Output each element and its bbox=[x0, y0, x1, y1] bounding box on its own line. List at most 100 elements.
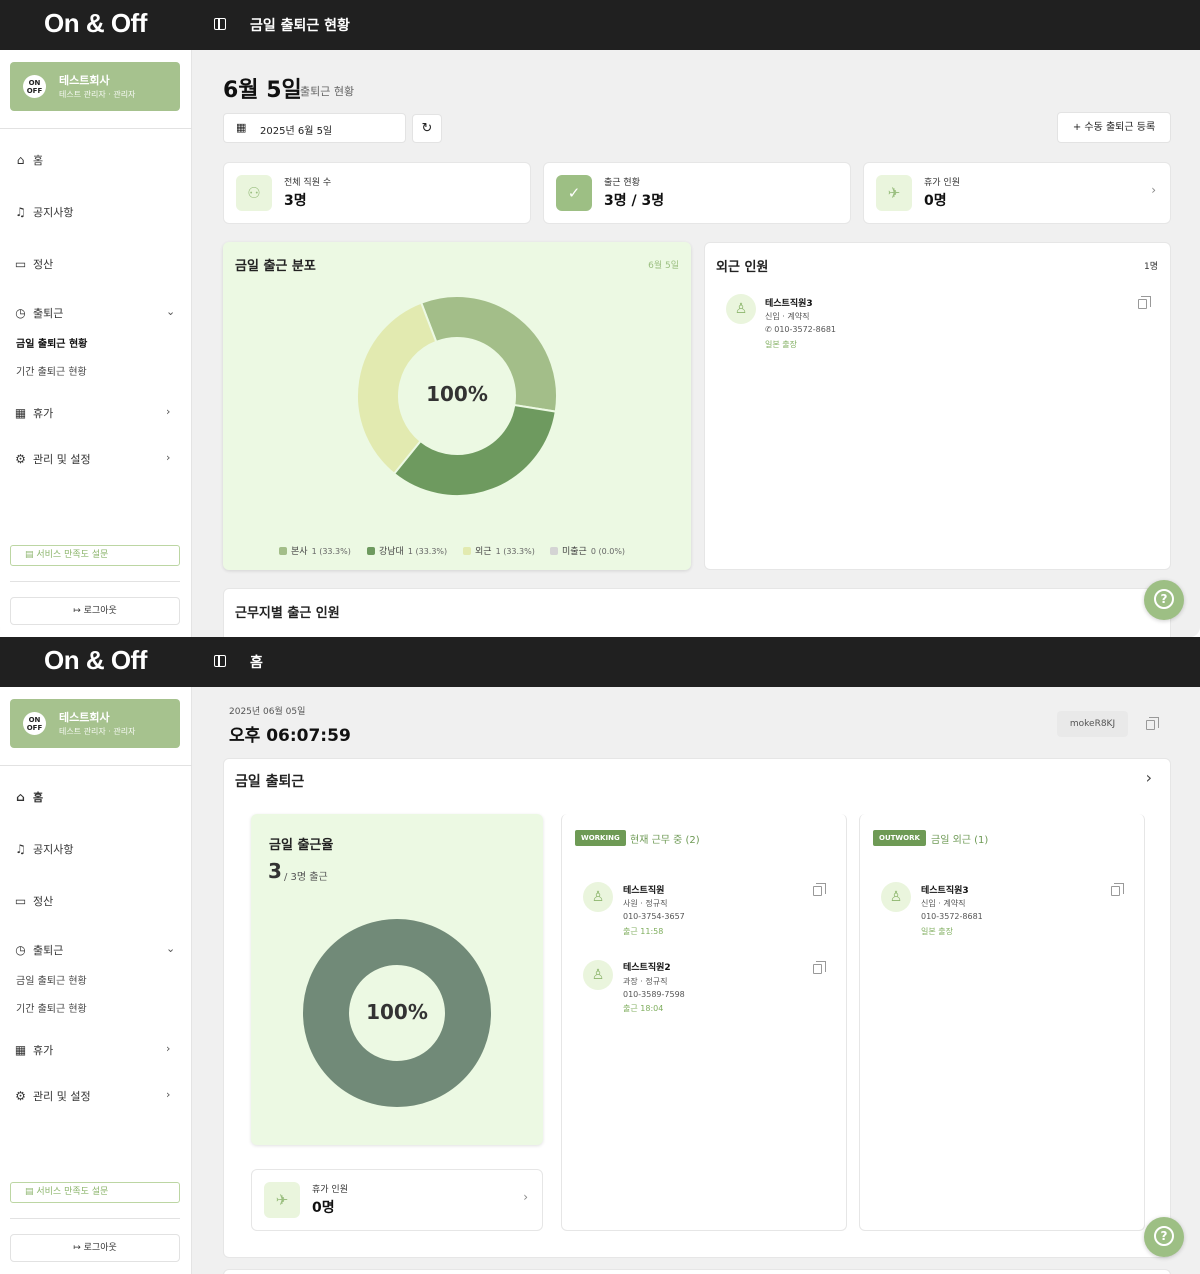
donut-center-label: 100% bbox=[366, 1000, 428, 1024]
sidebar-item-label: 출퇴근 bbox=[33, 307, 64, 320]
sidebar-subitem-today[interactable]: 금일 출퇴근 현황 bbox=[16, 972, 87, 987]
employee-meta: 신입 · 계약직 bbox=[921, 899, 966, 908]
legend-item: 본사 1 (33.3%) bbox=[279, 544, 351, 557]
sidebar-item-label: 정산 bbox=[33, 895, 54, 908]
survey-button[interactable]: ▤ 서비스 만족도 설문 bbox=[10, 545, 180, 566]
sidebar-subitem-period[interactable]: 기간 출퇴근 현황 bbox=[16, 363, 87, 378]
manual-attendance-button[interactable]: + 수동 출퇴근 등록 bbox=[1057, 112, 1171, 143]
sidebar-item-management[interactable]: ⚙ 관리 및 설정 › bbox=[14, 1088, 184, 1104]
sidebar-item-label: 홈 bbox=[33, 154, 44, 167]
sidebar-item-home[interactable]: ⌂ 홈 bbox=[14, 152, 43, 168]
copy-icon[interactable] bbox=[1146, 717, 1159, 730]
stat-label: 전체 직원 수 bbox=[284, 178, 332, 188]
legend-swatch bbox=[279, 547, 287, 555]
location-title: 근무지별 출근 인원 bbox=[235, 606, 340, 621]
employee-meta: 신입 · 계약직 bbox=[765, 312, 810, 321]
logout-button[interactable]: ↦ 로그아웃 bbox=[10, 1234, 180, 1262]
legend-value: 1 (33.3%) bbox=[495, 547, 535, 556]
date-subheading: 출퇴근 현황 bbox=[300, 85, 355, 98]
legend-item: 미출근 0 (0.0%) bbox=[550, 544, 625, 557]
help-button[interactable] bbox=[1144, 580, 1184, 620]
rate-title: 금일 출근율 bbox=[269, 838, 334, 853]
chevron-right-icon[interactable]: › bbox=[1146, 768, 1152, 787]
user-icon: ♙ bbox=[881, 882, 911, 912]
page-title: 금일 출퇴근 현황 bbox=[250, 18, 350, 34]
sidebar-item-home[interactable]: ⌂ 홈 bbox=[14, 789, 43, 805]
date-heading: 6월 5일 bbox=[223, 78, 302, 103]
legend-value: 1 (33.3%) bbox=[311, 547, 351, 556]
employee-phone: 010-3572-8681 bbox=[921, 912, 983, 921]
sidebar-item-attendance[interactable]: ◷ 출퇴근 ⌄ bbox=[14, 942, 184, 958]
sidebar-item-settlement[interactable]: ▭ 정산 bbox=[14, 893, 53, 909]
stat-card-attendance: ✓ 출근 현황 3명 / 3명 bbox=[543, 162, 851, 224]
sidebar: ON OFF 테스트회사 테스트 관리자 · 관리자 ⌂ 홈 ♫ 공지사항 ▭ 정산 … bbox=[0, 687, 192, 1274]
stat-value: 0명 bbox=[312, 1200, 335, 1216]
sidebar-divider bbox=[0, 128, 192, 129]
outwork-column: OUTWORK 금일 외근 (1) ♙ 테스트직원3 신입 · 계약직 010-… bbox=[859, 814, 1145, 1231]
current-date: 2025년 06월 05일 bbox=[229, 707, 306, 717]
refresh-icon: ↻ bbox=[421, 121, 433, 136]
sidebar-item-attendance[interactable]: ◷ 출퇴근 ⌄ bbox=[14, 305, 184, 321]
sidebar-item-notice[interactable]: ♫ 공지사항 bbox=[14, 204, 73, 220]
sidebar: ON OFF 테스트회사 테스트 관리자 · 관리자 ⌂ 홈 ♫ 공지사항 ▭ 정산 … bbox=[0, 50, 192, 637]
sidebar-item-notice[interactable]: ♫ 공지사항 bbox=[14, 841, 73, 857]
sidebar-subitem-period[interactable]: 기간 출퇴근 현황 bbox=[16, 1000, 87, 1015]
company-name: 테스트회사 bbox=[59, 74, 110, 87]
sidebar-divider bbox=[10, 1218, 180, 1219]
refresh-button[interactable]: ↻ bbox=[412, 114, 442, 143]
page-title: 홈 bbox=[250, 655, 263, 671]
survey-button[interactable]: ▤ 서비스 만족도 설문 bbox=[10, 1182, 180, 1203]
sidebar-item-label: 관리 및 설정 bbox=[33, 1090, 91, 1103]
sidebar-item-label: 휴가 bbox=[33, 1044, 54, 1057]
user-icon: ♙ bbox=[583, 882, 613, 912]
stat-label: 휴가 인원 bbox=[312, 1185, 348, 1195]
attendance-rate-card: 금일 출근율 3 / 3명 출근 100% bbox=[251, 814, 543, 1145]
sidebar-subitem-today[interactable]: 금일 출퇴근 현황 bbox=[16, 335, 87, 350]
home-screen: On & Off 홈 ON OFF 테스트회사 테스트 관리자 · 관리자 ⌂ 홈… bbox=[0, 637, 1200, 1274]
copy-icon[interactable] bbox=[813, 883, 826, 896]
app-logo[interactable]: On & Off bbox=[44, 8, 147, 39]
section-title: 금일 출퇴근 bbox=[235, 774, 305, 790]
today-attendance-section: 금일 출퇴근 › 금일 출근율 3 / 3명 출근 100% ✈ 휴가 인원 0… bbox=[223, 758, 1171, 1258]
working-label: 현재 근무 중 (2) bbox=[630, 835, 700, 846]
employee-status: 일본 출장 bbox=[765, 340, 797, 349]
chevron-right-icon: › bbox=[166, 451, 171, 464]
plane-icon: ✈ bbox=[264, 1182, 300, 1218]
vacation-card[interactable]: ✈ 휴가 인원 0명 › bbox=[251, 1169, 543, 1231]
employee-status: 출근 18:04 bbox=[623, 1004, 664, 1013]
calendar-icon: ▦ bbox=[14, 406, 27, 420]
date-picker-value: 2025년 6월 5일 bbox=[260, 126, 333, 137]
stat-value: 3명 bbox=[284, 193, 307, 209]
app-logo[interactable]: On & Off bbox=[44, 645, 147, 676]
sidebar-item-vacation[interactable]: ▦ 휴가 › bbox=[14, 1042, 184, 1058]
employee-name: 테스트직원3 bbox=[921, 886, 969, 896]
copy-icon[interactable] bbox=[813, 961, 826, 974]
sidebar-item-vacation[interactable]: ▦ 휴가 › bbox=[14, 405, 184, 421]
donut-center-label: 100% bbox=[426, 382, 488, 406]
logout-button[interactable]: ↦ 로그아웃 bbox=[10, 597, 180, 625]
company-card[interactable]: ON OFF 테스트회사 테스트 관리자 · 관리자 bbox=[10, 62, 180, 111]
location-card: 근무지별 출근 인원 bbox=[223, 588, 1171, 637]
clock-icon: ◷ bbox=[15, 943, 26, 957]
plane-icon: ✈ bbox=[876, 175, 912, 211]
logout-label: 로그아웃 bbox=[83, 606, 117, 616]
copy-icon[interactable] bbox=[1138, 296, 1151, 309]
help-button[interactable] bbox=[1144, 1217, 1184, 1257]
legend-label: 강남대 bbox=[379, 547, 404, 557]
chevron-right-icon: › bbox=[166, 405, 171, 418]
legend-item: 외근 1 (33.3%) bbox=[463, 544, 535, 557]
date-picker[interactable]: ▦ 2025년 6월 5일 bbox=[223, 113, 406, 143]
copy-icon[interactable] bbox=[1111, 883, 1124, 896]
sidebar-item-management[interactable]: ⚙ 관리 및 설정 › bbox=[14, 451, 184, 467]
sidebar-toggle-icon[interactable] bbox=[214, 18, 226, 30]
sidebar-item-label: 출퇴근 bbox=[33, 944, 64, 957]
legend-swatch bbox=[367, 547, 375, 555]
gear-icon: ⚙ bbox=[15, 452, 26, 466]
sidebar-item-settlement[interactable]: ▭ 정산 bbox=[14, 256, 53, 272]
stat-card-vacation[interactable]: ✈ 휴가 인원 0명 › bbox=[863, 162, 1171, 224]
logout-icon: ↦ bbox=[73, 606, 84, 616]
legend-label: 본사 bbox=[291, 547, 308, 557]
sidebar-toggle-icon[interactable] bbox=[214, 655, 226, 667]
company-card[interactable]: ON OFF 테스트회사 테스트 관리자 · 관리자 bbox=[10, 699, 180, 748]
user-icon: ♙ bbox=[726, 294, 756, 324]
